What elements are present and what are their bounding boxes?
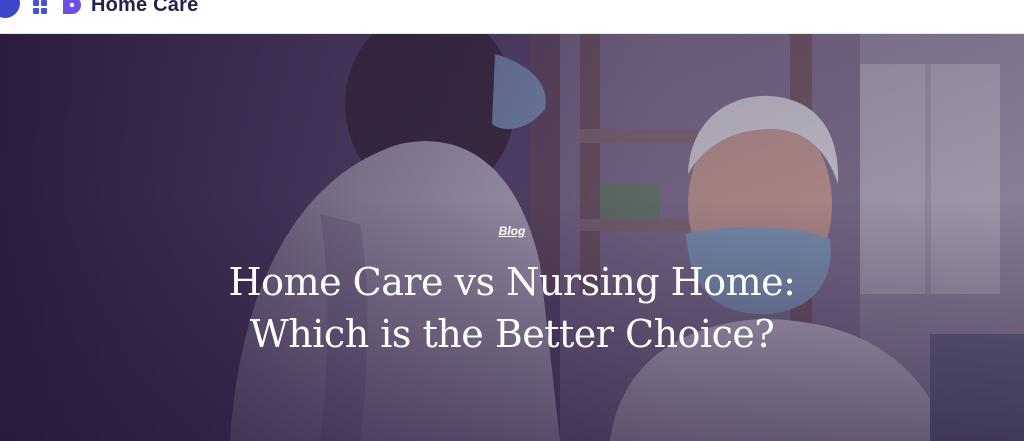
logo-mark-icon[interactable] (0, 0, 20, 18)
title-line-1: Home Care vs Nursing Home: (228, 260, 796, 304)
page-title: Home Care vs Nursing Home: Which is the … (0, 256, 1024, 360)
hero-text-block: Blog Home Care vs Nursing Home: Which is… (0, 34, 1024, 441)
grid-menu-icon[interactable] (33, 0, 47, 14)
hero-banner: Blog Home Care vs Nursing Home: Which is… (0, 34, 1024, 441)
title-line-2: Which is the Better Choice? (249, 312, 775, 356)
brand-logo-icon[interactable] (61, 0, 83, 16)
top-navigation-bar: Home Care (0, 0, 1024, 34)
brand-name[interactable]: Home Care (91, 0, 198, 16)
category-link[interactable]: Blog (0, 224, 1024, 238)
